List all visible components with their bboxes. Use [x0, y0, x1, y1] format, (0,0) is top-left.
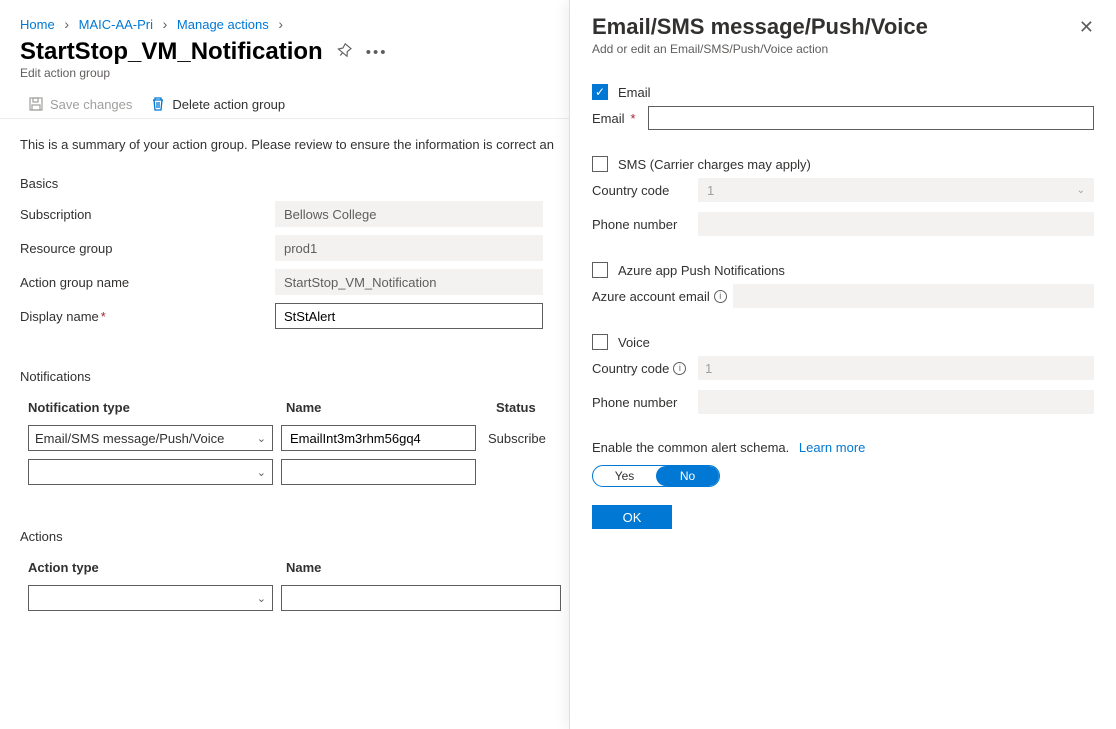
select-notification-type[interactable]: ⌄ — [28, 459, 273, 485]
side-panel: Email/SMS message/Push/Voice ✕ Add or ed… — [569, 0, 1116, 729]
th-notification-type: Notification type — [28, 400, 286, 415]
input-voice-country-code — [698, 356, 1094, 380]
chevron-down-icon: ⌄ — [257, 466, 266, 479]
label-sms-country-code: Country code — [592, 183, 692, 198]
select-notification-type[interactable]: Email/SMS message/Push/Voice ⌄ — [28, 425, 273, 451]
panel-subtitle: Add or edit an Email/SMS/Push/Voice acti… — [592, 42, 1094, 56]
crumb-home[interactable]: Home — [20, 17, 55, 32]
toggle-no[interactable]: No — [656, 466, 719, 486]
checkbox-sms[interactable] — [592, 156, 608, 172]
toggle-yes[interactable]: Yes — [593, 466, 656, 486]
save-button: Save changes — [28, 96, 132, 112]
notification-status: Subscribe — [484, 431, 574, 446]
label-email-field: Email* — [592, 111, 642, 126]
input-notification-name[interactable] — [281, 459, 476, 485]
save-button-label: Save changes — [50, 97, 132, 112]
input-subscription — [275, 201, 543, 227]
chevron-right-icon — [64, 17, 69, 32]
pin-icon[interactable] — [337, 43, 352, 62]
input-resource-group — [275, 235, 543, 261]
label-display-name: Display name* — [20, 309, 275, 324]
delete-button[interactable]: Delete action group — [150, 96, 285, 112]
schema-row: Enable the common alert schema. Learn mo… — [592, 440, 1094, 455]
chevron-down-icon: ⌄ — [257, 592, 266, 605]
save-icon — [28, 96, 44, 112]
input-push-account — [733, 284, 1094, 308]
label-resource-group: Resource group — [20, 241, 275, 256]
select-action-type[interactable]: ⌄ — [28, 585, 273, 611]
th-action-name: Name — [286, 560, 496, 575]
checkbox-email-label: Email — [618, 85, 651, 100]
chevron-right-icon — [278, 17, 283, 32]
th-action-type: Action type — [28, 560, 286, 575]
input-display-name[interactable] — [275, 303, 543, 329]
info-icon[interactable]: i — [714, 290, 727, 303]
checkbox-email[interactable]: ✓ — [592, 84, 608, 100]
checkbox-voice[interactable] — [592, 334, 608, 350]
checkbox-push-label: Azure app Push Notifications — [618, 263, 785, 278]
page-title: StartStop_VM_Notification — [20, 38, 323, 66]
input-sms-phone — [698, 212, 1094, 236]
select-value: Email/SMS message/Push/Voice — [35, 431, 224, 446]
delete-button-label: Delete action group — [172, 97, 285, 112]
checkbox-voice-label: Voice — [618, 335, 650, 350]
crumb-automation[interactable]: MAIC-AA-Pri — [79, 17, 153, 32]
chevron-right-icon — [163, 17, 168, 32]
ok-button[interactable]: OK — [592, 505, 672, 529]
input-voice-phone — [698, 390, 1094, 414]
learn-more-link[interactable]: Learn more — [799, 440, 865, 455]
th-notification-name: Name — [286, 400, 496, 415]
label-push-account: Azure account email i — [592, 289, 727, 304]
input-action-group-name — [275, 269, 543, 295]
input-notification-name[interactable] — [281, 425, 476, 451]
panel-title: Email/SMS message/Push/Voice — [592, 14, 928, 40]
toggle-alert-schema[interactable]: Yes No — [592, 465, 720, 487]
select-sms-country-code: 1 ⌄ — [698, 178, 1094, 202]
label-subscription: Subscription — [20, 207, 275, 222]
required-indicator: * — [631, 111, 636, 126]
chevron-down-icon: ⌄ — [1077, 185, 1085, 196]
select-value: 1 — [707, 183, 714, 198]
close-icon[interactable]: ✕ — [1079, 18, 1094, 36]
more-icon[interactable]: ••• — [366, 44, 388, 61]
label-voice-country-code: Country code i — [592, 361, 692, 376]
input-email[interactable] — [648, 106, 1094, 130]
input-action-name[interactable] — [281, 585, 561, 611]
delete-icon — [150, 96, 166, 112]
chevron-down-icon: ⌄ — [257, 432, 266, 445]
label-action-group-name: Action group name — [20, 275, 275, 290]
checkbox-push[interactable] — [592, 262, 608, 278]
checkbox-sms-label: SMS (Carrier charges may apply) — [618, 157, 811, 172]
schema-text: Enable the common alert schema. — [592, 440, 789, 455]
label-voice-phone: Phone number — [592, 395, 692, 410]
info-icon[interactable]: i — [673, 362, 686, 375]
crumb-manage-actions[interactable]: Manage actions — [177, 17, 269, 32]
required-indicator: * — [101, 309, 106, 324]
label-sms-phone: Phone number — [592, 217, 692, 232]
